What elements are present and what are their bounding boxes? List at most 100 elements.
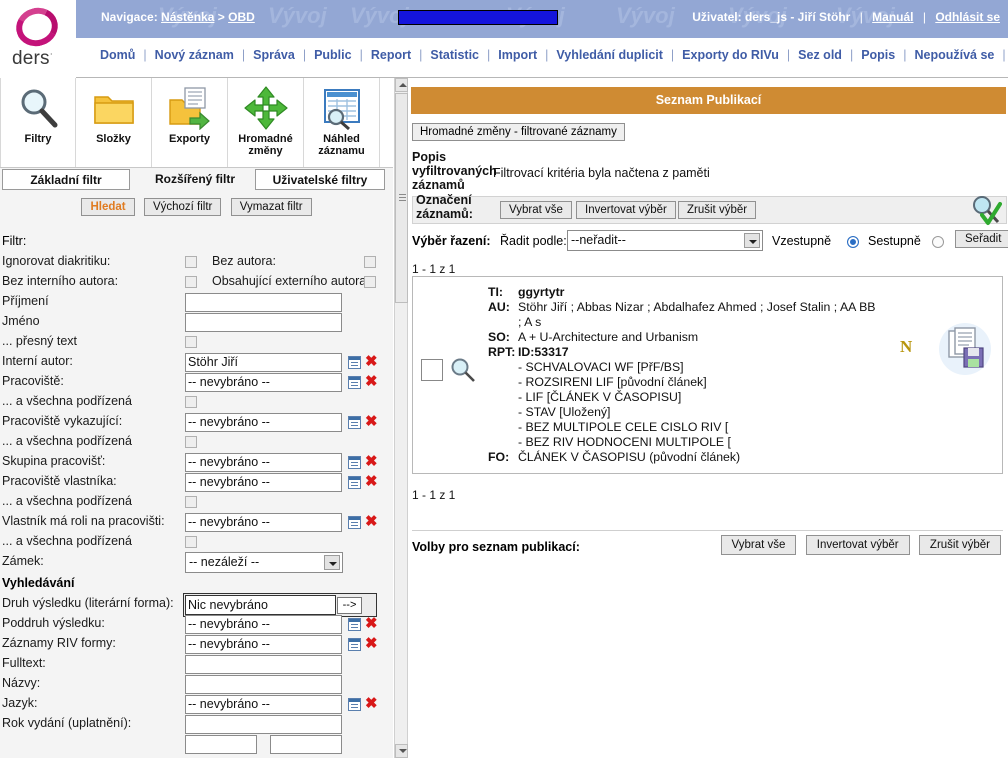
toolbar-button-0[interactable]: Filtry — [0, 78, 76, 167]
select-all-button-bottom[interactable]: Vybrat vše — [720, 535, 797, 555]
breadcrumb-link-obd[interactable]: OBD — [228, 10, 255, 24]
menu-item-7[interactable]: Vyhledání duplicit — [554, 48, 665, 62]
chevron-down-icon[interactable] — [324, 555, 340, 570]
filter-picker-input[interactable]: -- nevybráno -- — [185, 513, 342, 532]
result-type-arrow-button[interactable]: --> — [337, 597, 362, 614]
tab-user-filters[interactable]: Uživatelské filtry — [255, 169, 385, 190]
filter-row-filter.rows1: Bez interního autora: Obsahující externíh… — [0, 273, 393, 293]
toolbar-button-2[interactable]: Exporty — [152, 78, 228, 167]
sort-by-label: Řadit podle: — [500, 234, 567, 248]
filter-text-input[interactable] — [185, 655, 342, 674]
filter-checkbox[interactable] — [185, 336, 197, 348]
filter-checkbox-secondary[interactable] — [364, 276, 376, 288]
scroll-down-arrow-icon[interactable] — [395, 744, 408, 758]
filter-list-picker-icon[interactable] — [348, 638, 361, 651]
ascending-radio[interactable] — [847, 236, 859, 248]
watermark-2: Vývoj — [268, 3, 327, 28]
filter-checkbox[interactable] — [185, 436, 197, 448]
clear-filter-button[interactable]: Vymazat filtr — [230, 198, 312, 216]
filter-clear-icon[interactable]: ✖ — [365, 635, 378, 653]
default-filter-button[interactable]: Výchozí filtr — [143, 198, 222, 216]
filter-checkbox-secondary[interactable] — [364, 256, 376, 268]
filter-list-picker-icon[interactable] — [348, 356, 361, 369]
menu-item-0[interactable]: Domů — [98, 48, 137, 62]
menu-item-11[interactable]: Nepoužívá se — [912, 48, 996, 62]
chevron-down-icon[interactable] — [744, 233, 760, 248]
toolbar-button-4[interactable]: Náhled záznamu — [304, 78, 380, 167]
bulk-changes-button[interactable]: Hromadné změny - filtrované záznamy — [412, 123, 625, 141]
record-field-ti: TI: ggyrtytr — [488, 285, 918, 300]
filter-checkbox[interactable] — [185, 256, 197, 268]
filter-checkbox[interactable] — [185, 536, 197, 548]
filter-picker-input[interactable]: -- nevybráno -- — [185, 413, 342, 432]
menu-item-2[interactable]: Správa — [251, 48, 297, 62]
filter-list-picker-icon[interactable] — [348, 516, 361, 529]
magnifier-check-icon[interactable] — [968, 193, 1002, 227]
filter-checkbox[interactable] — [185, 396, 197, 408]
filter-picker-input[interactable]: -- nevybráno -- — [185, 635, 342, 654]
toolbar-button-1[interactable]: Složky — [76, 78, 152, 167]
filter-checkbox[interactable] — [185, 276, 197, 288]
filter-clear-icon[interactable]: ✖ — [365, 473, 378, 491]
menu-item-3[interactable]: Public — [312, 48, 354, 62]
logout-link[interactable]: Odhlásit se — [935, 10, 1000, 24]
filter-picker-input[interactable]: -- nevybráno -- — [185, 373, 342, 392]
sort-button[interactable]: Seřadit — [955, 230, 1008, 248]
filter-select[interactable]: -- nezáleží -- — [185, 552, 343, 573]
tab-advanced-filter[interactable]: Rozšířený filtr — [131, 169, 259, 190]
menu-item-10[interactable]: Popis — [859, 48, 897, 62]
menu-item-4[interactable]: Report — [369, 48, 413, 62]
filter-list-picker-icon[interactable] — [348, 476, 361, 489]
filter-picker-input[interactable]: -- nevybráno -- — [185, 453, 342, 472]
descending-radio[interactable] — [932, 236, 944, 248]
filter-clear-icon[interactable]: ✖ — [365, 615, 378, 633]
record-select-checkbox[interactable] — [421, 359, 443, 381]
brand-logo[interactable]: ders· — [0, 0, 76, 78]
deselect-button-top[interactable]: Zrušit výběr — [678, 201, 757, 219]
toolbar-button-3[interactable]: Hromadné změny — [228, 78, 304, 167]
filter-text-input[interactable] — [185, 675, 342, 694]
menu-item-6[interactable]: Import — [496, 48, 539, 62]
breadcrumb-link-nastenka[interactable]: Nástěnka — [161, 10, 214, 24]
filter-picker-input[interactable]: -- nevybráno -- — [185, 695, 342, 714]
filter-list-picker-icon[interactable] — [348, 698, 361, 711]
select-all-button-top[interactable]: Vybrat vše — [500, 201, 572, 219]
scroll-up-arrow-icon[interactable] — [395, 78, 408, 92]
menu-item-8[interactable]: Exporty do RIVu — [680, 48, 781, 62]
panel-scrollbar[interactable] — [394, 78, 408, 758]
menu-item-5[interactable]: Statistic — [428, 48, 481, 62]
filter-list-picker-icon[interactable] — [348, 416, 361, 429]
filter-picker-input[interactable]: -- nevybráno -- — [185, 615, 342, 634]
filter-clear-icon[interactable]: ✖ — [365, 695, 378, 713]
filter-text-input[interactable] — [185, 715, 342, 734]
record-magnifier-icon[interactable] — [450, 357, 476, 383]
filter-clear-icon[interactable]: ✖ — [365, 513, 378, 531]
search-button[interactable]: Hledat — [81, 198, 135, 216]
deselect-button-bottom[interactable]: Zrušit výběr — [918, 535, 1001, 555]
partial-input-b[interactable] — [270, 735, 342, 754]
tab-basic-filter[interactable]: Základní filtr — [2, 169, 130, 190]
filter-clear-icon[interactable]: ✖ — [365, 373, 378, 391]
filter-clear-icon[interactable]: ✖ — [365, 353, 378, 371]
filter-list-picker-icon[interactable] — [348, 618, 361, 631]
partial-input-a[interactable] — [185, 735, 257, 754]
filter-list-picker-icon[interactable] — [348, 456, 361, 469]
filter-picker-input[interactable]: -- nevybráno -- — [185, 473, 342, 492]
filter-text-input[interactable] — [185, 293, 342, 312]
invert-selection-button-top[interactable]: Invertovat výběr — [576, 201, 676, 219]
result-type-input[interactable]: Nic nevybráno — [185, 595, 336, 615]
filter-picker-input[interactable]: Stöhr Jiří — [185, 353, 342, 372]
record-save-document-icon[interactable] — [938, 322, 992, 376]
filter-checkbox[interactable] — [185, 496, 197, 508]
invert-selection-button-bottom[interactable]: Invertovat výběr — [805, 535, 910, 555]
filter-text-input[interactable] — [185, 313, 342, 332]
menu-item-9[interactable]: Sez old — [796, 48, 844, 62]
filter-clear-icon[interactable]: ✖ — [365, 453, 378, 471]
menu-item-1[interactable]: Nový záznam — [153, 48, 236, 62]
manual-link[interactable]: Manuál — [872, 10, 913, 24]
scrollbar-thumb[interactable] — [395, 93, 408, 303]
sort-by-select[interactable]: --neřadit-- — [567, 230, 763, 251]
filter-clear-icon[interactable]: ✖ — [365, 413, 378, 431]
filter-list-picker-icon[interactable] — [348, 376, 361, 389]
record-au-value-cont: ; A s — [518, 315, 542, 329]
